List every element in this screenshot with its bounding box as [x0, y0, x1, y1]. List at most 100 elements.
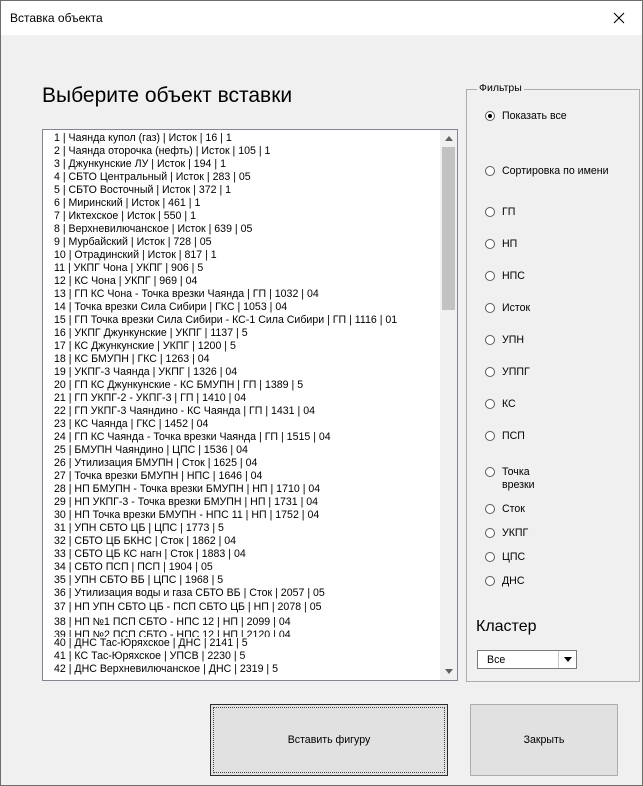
- filter-option[interactable]: Сортировка по имени: [485, 165, 609, 178]
- filter-option-label: ПСП: [502, 430, 525, 442]
- list-item[interactable]: 17 | КС Джункунские | УКПГ | 1200 | 5: [43, 340, 439, 353]
- list-item[interactable]: 5 | СБТО Восточный | Исток | 372 | 1: [43, 184, 439, 197]
- radio-indicator[interactable]: [485, 166, 495, 176]
- list-item[interactable]: 15 | ГП Точка врезки Сила Сибири - КС-1 …: [43, 314, 439, 327]
- list-item[interactable]: 35 | УПН СБТО ВБ | ЦПС | 1968 | 5: [43, 574, 439, 587]
- radio-indicator[interactable]: [485, 576, 495, 586]
- list-item[interactable]: 8 | Верхневилючанское | Исток | 639 | 05: [43, 223, 439, 236]
- object-listbox[interactable]: 1 | Чаянда купол (газ) | Исток | 16 | 12…: [42, 129, 458, 681]
- cluster-select[interactable]: Все: [477, 650, 577, 669]
- list-item[interactable]: 6 | Миринский | Исток | 461 | 1: [43, 197, 439, 210]
- radio-indicator[interactable]: [485, 335, 495, 345]
- list-item[interactable]: 13 | ГП КС Чона - Точка врезки Чаянда | …: [43, 288, 439, 301]
- list-item[interactable]: 33 | СБТО ЦБ КС нагн | Сток | 1883 | 04: [43, 548, 439, 561]
- list-item[interactable]: 41 | КС Тас-Юряхское | УПСВ | 2230 | 5: [43, 650, 439, 663]
- filter-option-label: УППГ: [502, 366, 530, 378]
- list-item[interactable]: 7 | Иктехское | Исток | 550 | 1: [43, 210, 439, 223]
- filter-option[interactable]: КС: [485, 398, 516, 411]
- filters-legend: Фильтры: [477, 82, 524, 94]
- radio-indicator[interactable]: [485, 399, 495, 409]
- radio-indicator[interactable]: [485, 271, 495, 281]
- arrow-up-icon: [444, 136, 453, 141]
- filter-option-label: УПН: [502, 334, 524, 346]
- radio-indicator[interactable]: [485, 431, 495, 441]
- list-item[interactable]: 16 | УКПГ Джункунские | УКПГ | 1137 | 5: [43, 327, 439, 340]
- scroll-up-button[interactable]: [440, 130, 457, 147]
- filter-option-label: УКПГ: [502, 527, 529, 539]
- list-item[interactable]: 19 | УКПГ-3 Чаянда | УКПГ | 1326 | 04: [43, 366, 439, 379]
- list-item[interactable]: 23 | КС Чаянда | ГКС | 1452 | 04: [43, 418, 439, 431]
- list-scrollbar[interactable]: [440, 130, 457, 680]
- filter-option[interactable]: НП: [485, 238, 517, 251]
- filter-option[interactable]: УППГ: [485, 366, 530, 379]
- filter-option[interactable]: Показать все: [485, 110, 567, 123]
- list-item[interactable]: 38 | НП №1 ПСП СБТО - НПС 12 | НП | 2099…: [43, 615, 439, 630]
- list-item[interactable]: 3 | Джункунские ЛУ | Исток | 194 | 1: [43, 158, 439, 171]
- close-window-button[interactable]: [596, 1, 642, 35]
- filter-option-label: Показать все: [502, 110, 567, 122]
- list-item[interactable]: 11 | УКПГ Чона | УКПГ | 906 | 5: [43, 262, 439, 275]
- filter-option[interactable]: НПС: [485, 270, 525, 283]
- filter-option-label: НП: [502, 238, 518, 250]
- filter-option-label: ЦПС: [502, 551, 526, 563]
- filter-option[interactable]: Сток: [485, 503, 525, 516]
- insert-shape-button[interactable]: Вставить фигуру: [210, 704, 448, 776]
- filter-option[interactable]: ДНС: [485, 575, 524, 588]
- radio-indicator[interactable]: [485, 207, 495, 217]
- filter-option-label: ГП: [502, 206, 516, 218]
- radio-indicator[interactable]: [485, 239, 495, 249]
- filter-option-label: ДНС: [502, 575, 525, 587]
- list-item[interactable]: 25 | БМУПН Чаяндино | ЦПС | 1536 | 04: [43, 444, 439, 457]
- filter-option-label: Точка врезки: [502, 466, 535, 491]
- radio-indicator[interactable]: [485, 303, 495, 313]
- list-item[interactable]: 14 | Точка врезки Сила Сибири | ГКС | 10…: [43, 301, 439, 314]
- filter-option[interactable]: Исток: [485, 302, 530, 315]
- list-item[interactable]: 32 | СБТО ЦБ БКНС | Сток | 1862 | 04: [43, 535, 439, 548]
- radio-indicator[interactable]: [485, 467, 495, 477]
- list-item[interactable]: 29 | НП УКПГ-3 - Точка врезки БМУПН | НП…: [43, 496, 439, 509]
- filter-option[interactable]: ЦПС: [485, 551, 525, 564]
- radio-indicator[interactable]: [485, 367, 495, 377]
- list-item[interactable]: 39 | НП №2 ПСП СБТО - НПС 12 | НП | 2120…: [43, 629, 439, 637]
- cluster-dropdown-button[interactable]: [558, 651, 576, 668]
- list-item[interactable]: 28 | НП БМУПН - Точка врезки БМУПН | НП …: [43, 483, 439, 496]
- list-item[interactable]: 30 | НП Точка врезки БМУПН - НПС 11 | НП…: [43, 509, 439, 522]
- filter-option[interactable]: УКПГ: [485, 527, 528, 540]
- list-item[interactable]: 42 | ДНС Верхневилючанское | ДНС | 2319 …: [43, 663, 439, 676]
- list-item[interactable]: 36 | Утилизация воды и газа СБТО ВБ | Ст…: [43, 587, 439, 600]
- filter-option[interactable]: ПСП: [485, 430, 525, 443]
- scroll-down-button[interactable]: [440, 663, 457, 680]
- radio-indicator[interactable]: [485, 111, 495, 121]
- list-item[interactable]: 27 | Точка врезки БМУПН | НПС | 1646 | 0…: [43, 470, 439, 483]
- filter-option[interactable]: УПН: [485, 334, 524, 347]
- filter-option[interactable]: ГП: [485, 206, 515, 219]
- page-title: Выберите объект вставки: [42, 84, 293, 107]
- close-button-label: Закрыть: [523, 734, 565, 746]
- list-item[interactable]: 22 | ГП УКПГ-3 Чаяндино - КС Чаянда | ГП…: [43, 405, 439, 418]
- filter-option[interactable]: Точка врезки: [485, 466, 542, 492]
- close-button[interactable]: Закрыть: [470, 704, 618, 776]
- list-item[interactable]: 20 | ГП КС Джункунские - КС БМУПН | ГП |…: [43, 379, 439, 392]
- scroll-thumb[interactable]: [442, 147, 455, 310]
- list-item[interactable]: 2 | Чаянда оторочка (нефть) | Исток | 10…: [43, 145, 439, 158]
- radio-indicator[interactable]: [485, 528, 495, 538]
- list-item[interactable]: 26 | Утилизация БМУПН | Сток | 1625 | 04: [43, 457, 439, 470]
- filter-option-label: НПС: [502, 270, 525, 282]
- list-item[interactable]: 24 | ГП КС Чаянда - Точка врезки Чаянда …: [43, 431, 439, 444]
- list-item[interactable]: 12 | КС Чона | УКПГ | 969 | 04: [43, 275, 439, 288]
- list-item[interactable]: 37 | НП УПН СБТО ЦБ - ПСП СБТО ЦБ | НП |…: [43, 600, 439, 615]
- list-item[interactable]: 1 | Чаянда купол (газ) | Исток | 16 | 1: [43, 132, 439, 145]
- radio-indicator[interactable]: [485, 552, 495, 562]
- list-item[interactable]: 34 | СБТО ПСП | ПСП | 1904 | 05: [43, 561, 439, 574]
- list-item[interactable]: 40 | ДНС Тас-Юряхское | ДНС | 2141 | 5: [43, 637, 439, 650]
- list-item[interactable]: 21 | ГП УКПГ-2 - УКПГ-3 | ГП | 1410 | 04: [43, 392, 439, 405]
- list-item[interactable]: 9 | Мурбайский | Исток | 728 | 05: [43, 236, 439, 249]
- object-list-items: 1 | Чаянда купол (газ) | Исток | 16 | 12…: [43, 132, 439, 676]
- list-item[interactable]: 4 | СБТО Центральный | Исток | 283 | 05: [43, 171, 439, 184]
- chevron-down-icon: [563, 657, 572, 662]
- list-item[interactable]: 10 | Отрадинский | Исток | 817 | 1: [43, 249, 439, 262]
- title-bar: Вставка объекта: [1, 1, 642, 35]
- radio-indicator[interactable]: [485, 504, 495, 514]
- list-item[interactable]: 31 | УПН СБТО ЦБ | ЦПС | 1773 | 5: [43, 522, 439, 535]
- list-item[interactable]: 18 | КС БМУПН | ГКС | 1263 | 04: [43, 353, 439, 366]
